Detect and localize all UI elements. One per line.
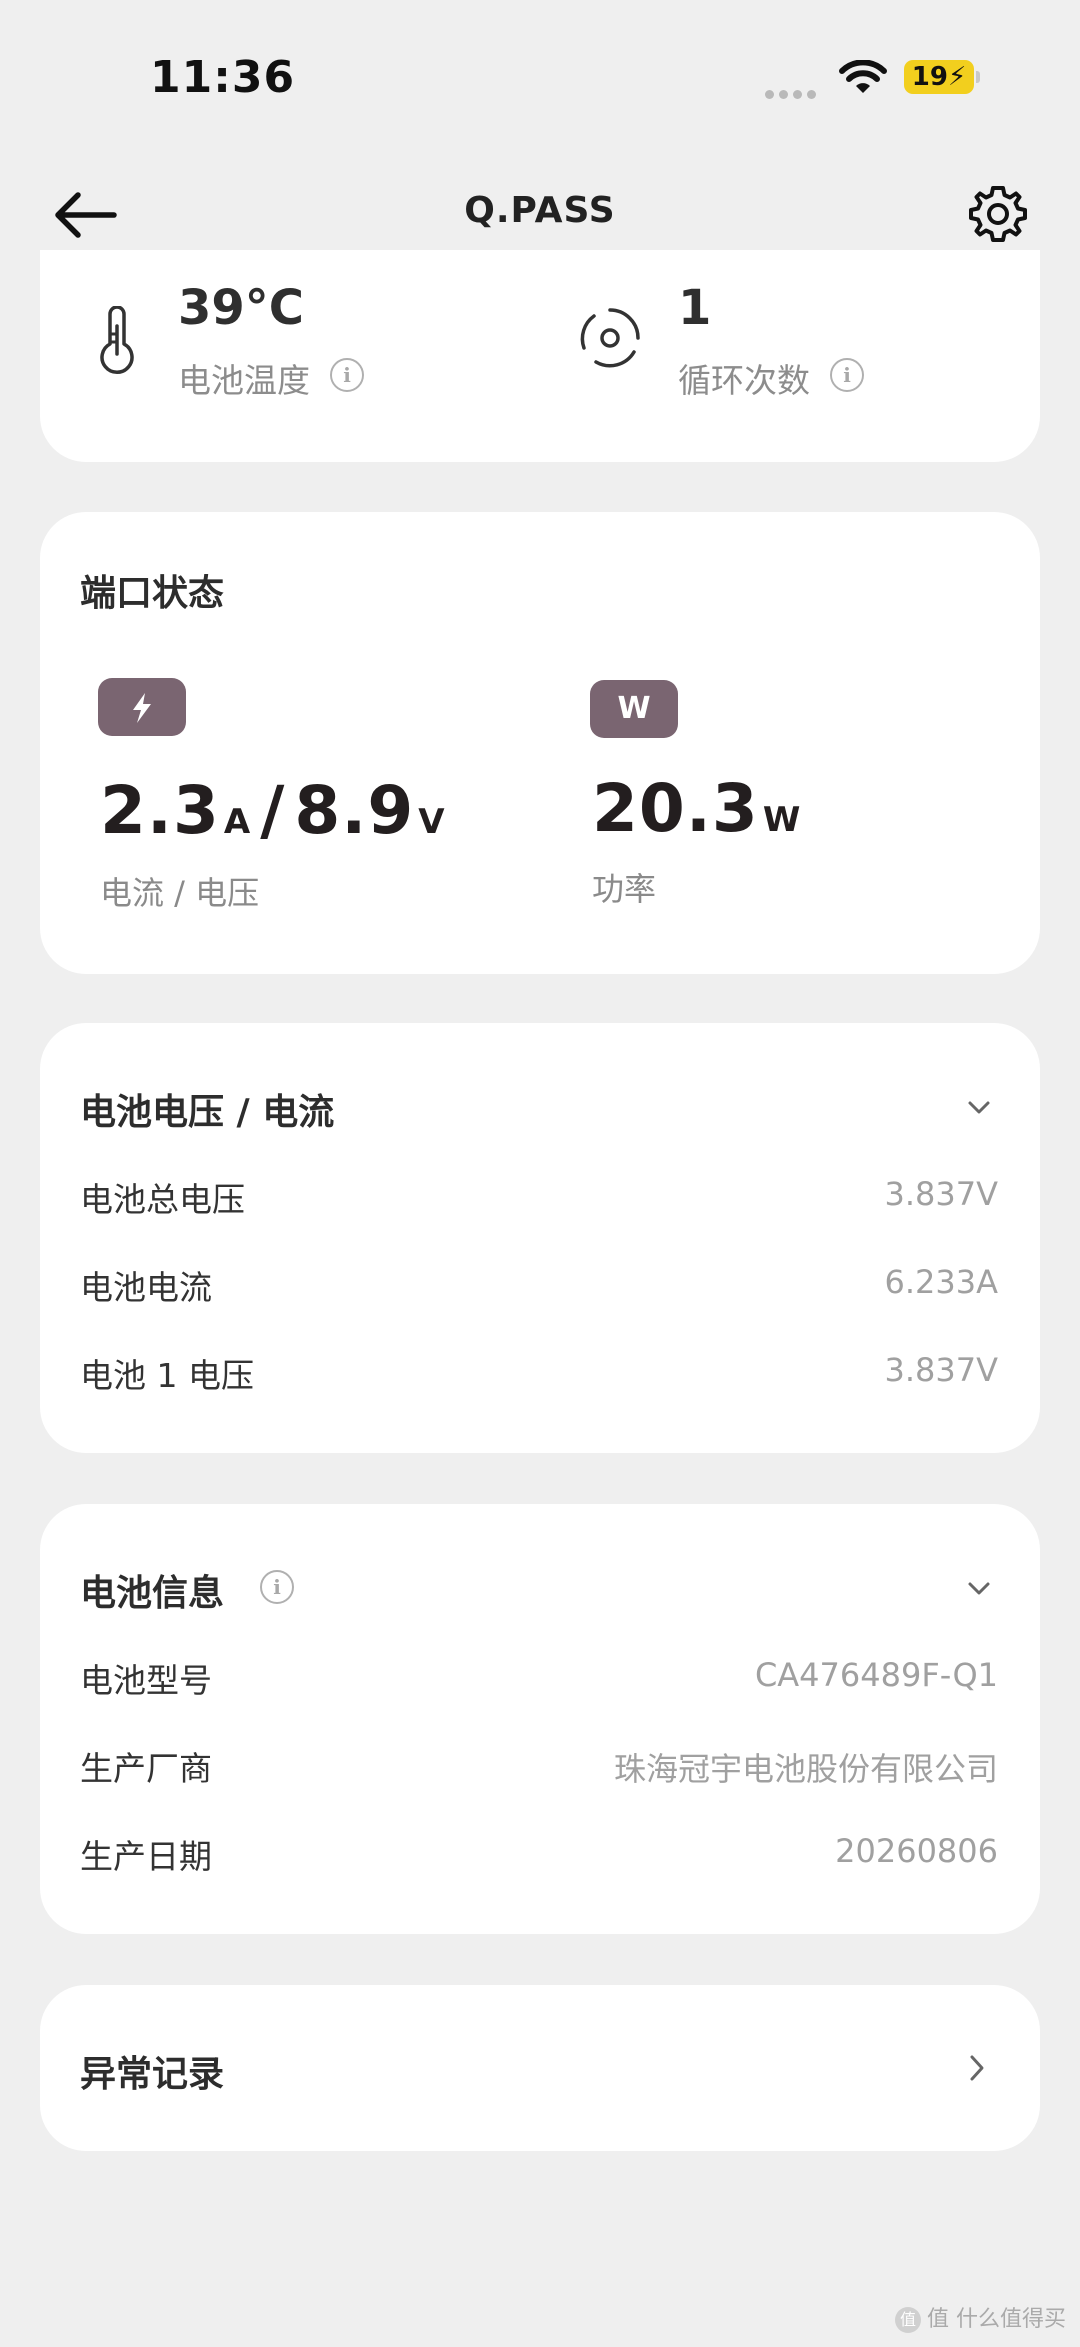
- row-total-voltage-label: 电池总电压: [80, 1180, 245, 1219]
- watermark: 值值 什么值得买: [895, 2301, 1066, 2333]
- abnormal-record-title: 异常记录: [80, 2054, 225, 2095]
- battery-info-title: 电池信息: [80, 1573, 225, 1614]
- battery-icon: 19⚡: [904, 60, 974, 94]
- row-battery-current-value: 6.233A: [884, 1263, 999, 1301]
- battery-stats-card: 39°C 电池温度 i 1 循环次数 i: [40, 250, 1040, 462]
- cycles-info-icon[interactable]: i: [830, 358, 864, 392]
- row-date-label: 生产日期: [80, 1837, 212, 1876]
- value-separator: /: [260, 772, 285, 849]
- current-value: 2.3: [100, 772, 220, 849]
- status-time: 11:36: [150, 52, 296, 103]
- wifi-icon: [839, 60, 887, 93]
- current-voltage-label: 电流 / 电压: [100, 874, 260, 912]
- charging-bolt-icon: ⚡: [947, 62, 967, 92]
- temperature-value: 39°C: [178, 280, 305, 336]
- voltage-unit: V: [418, 802, 445, 842]
- status-bar: 11:36 19⚡: [0, 0, 1080, 150]
- cycles-value: 1: [678, 280, 712, 336]
- port-status-title: 端口状态: [80, 573, 225, 614]
- lightning-icon: [98, 678, 186, 736]
- row-manufacturer-value: 珠海冠宇电池股份有限公司: [613, 1750, 998, 1788]
- signal-dots-icon: [765, 84, 821, 99]
- abnormal-record-item[interactable]: 异常记录: [40, 1985, 1040, 2151]
- row-total-voltage-value: 3.837V: [884, 1175, 999, 1213]
- power-unit: W: [762, 800, 801, 840]
- power-label: 功率: [592, 870, 657, 908]
- voltage-value: 8.9: [294, 772, 415, 849]
- battery-voltage-card: 电池电压 / 电流 电池总电压 3.837V 电池电流 6.233A 电池 1 …: [40, 1023, 1040, 1453]
- row-date-value: 20260806: [835, 1832, 998, 1870]
- port-status-card: 端口状态 2.3 A/8.9 V 电流 / 电压 W 20.3 W 功率: [40, 512, 1040, 974]
- watermark-text: 值 什么值得买: [927, 2307, 1066, 2332]
- power-badge: W: [590, 680, 678, 738]
- cycles-label: 循环次数: [678, 361, 810, 400]
- row-manufacturer-label: 生产厂商: [80, 1749, 212, 1788]
- power-value-block: 20.3 W: [592, 770, 800, 847]
- page-title: Q.PASS: [464, 190, 616, 231]
- cycle-icon: [580, 308, 640, 368]
- row-battery-current-label: 电池电流: [80, 1268, 212, 1307]
- row-cell1-voltage-label: 电池 1 电压: [80, 1356, 254, 1395]
- current-voltage-value: 2.3 A/8.9 V: [100, 772, 445, 849]
- thermometer-icon: [100, 306, 134, 374]
- temperature-info-icon[interactable]: i: [330, 358, 364, 392]
- battery-cap: [976, 71, 980, 83]
- battery-info-info-icon[interactable]: i: [260, 1570, 294, 1604]
- battery-level: 19: [911, 62, 948, 92]
- row-model-value: CA476489F-Q1: [754, 1656, 998, 1694]
- watermark-logo-icon: 值: [895, 2307, 921, 2333]
- gear-icon[interactable]: [966, 182, 1030, 246]
- row-cell1-voltage-value: 3.837V: [884, 1351, 999, 1389]
- voltage-section-title: 电池电压 / 电流: [80, 1092, 335, 1133]
- current-unit: A: [223, 802, 251, 842]
- chevron-right-icon: [970, 2055, 984, 2081]
- power-value: 20.3: [592, 770, 759, 847]
- chevron-down-icon[interactable]: [966, 1576, 992, 1602]
- chevron-down-icon[interactable]: [966, 1095, 992, 1121]
- temperature-label: 电池温度: [178, 361, 310, 400]
- row-model-label: 电池型号: [80, 1661, 212, 1700]
- battery-info-card: 电池信息 i 电池型号 CA476489F-Q1 生产厂商 珠海冠宇电池股份有限…: [40, 1504, 1040, 1934]
